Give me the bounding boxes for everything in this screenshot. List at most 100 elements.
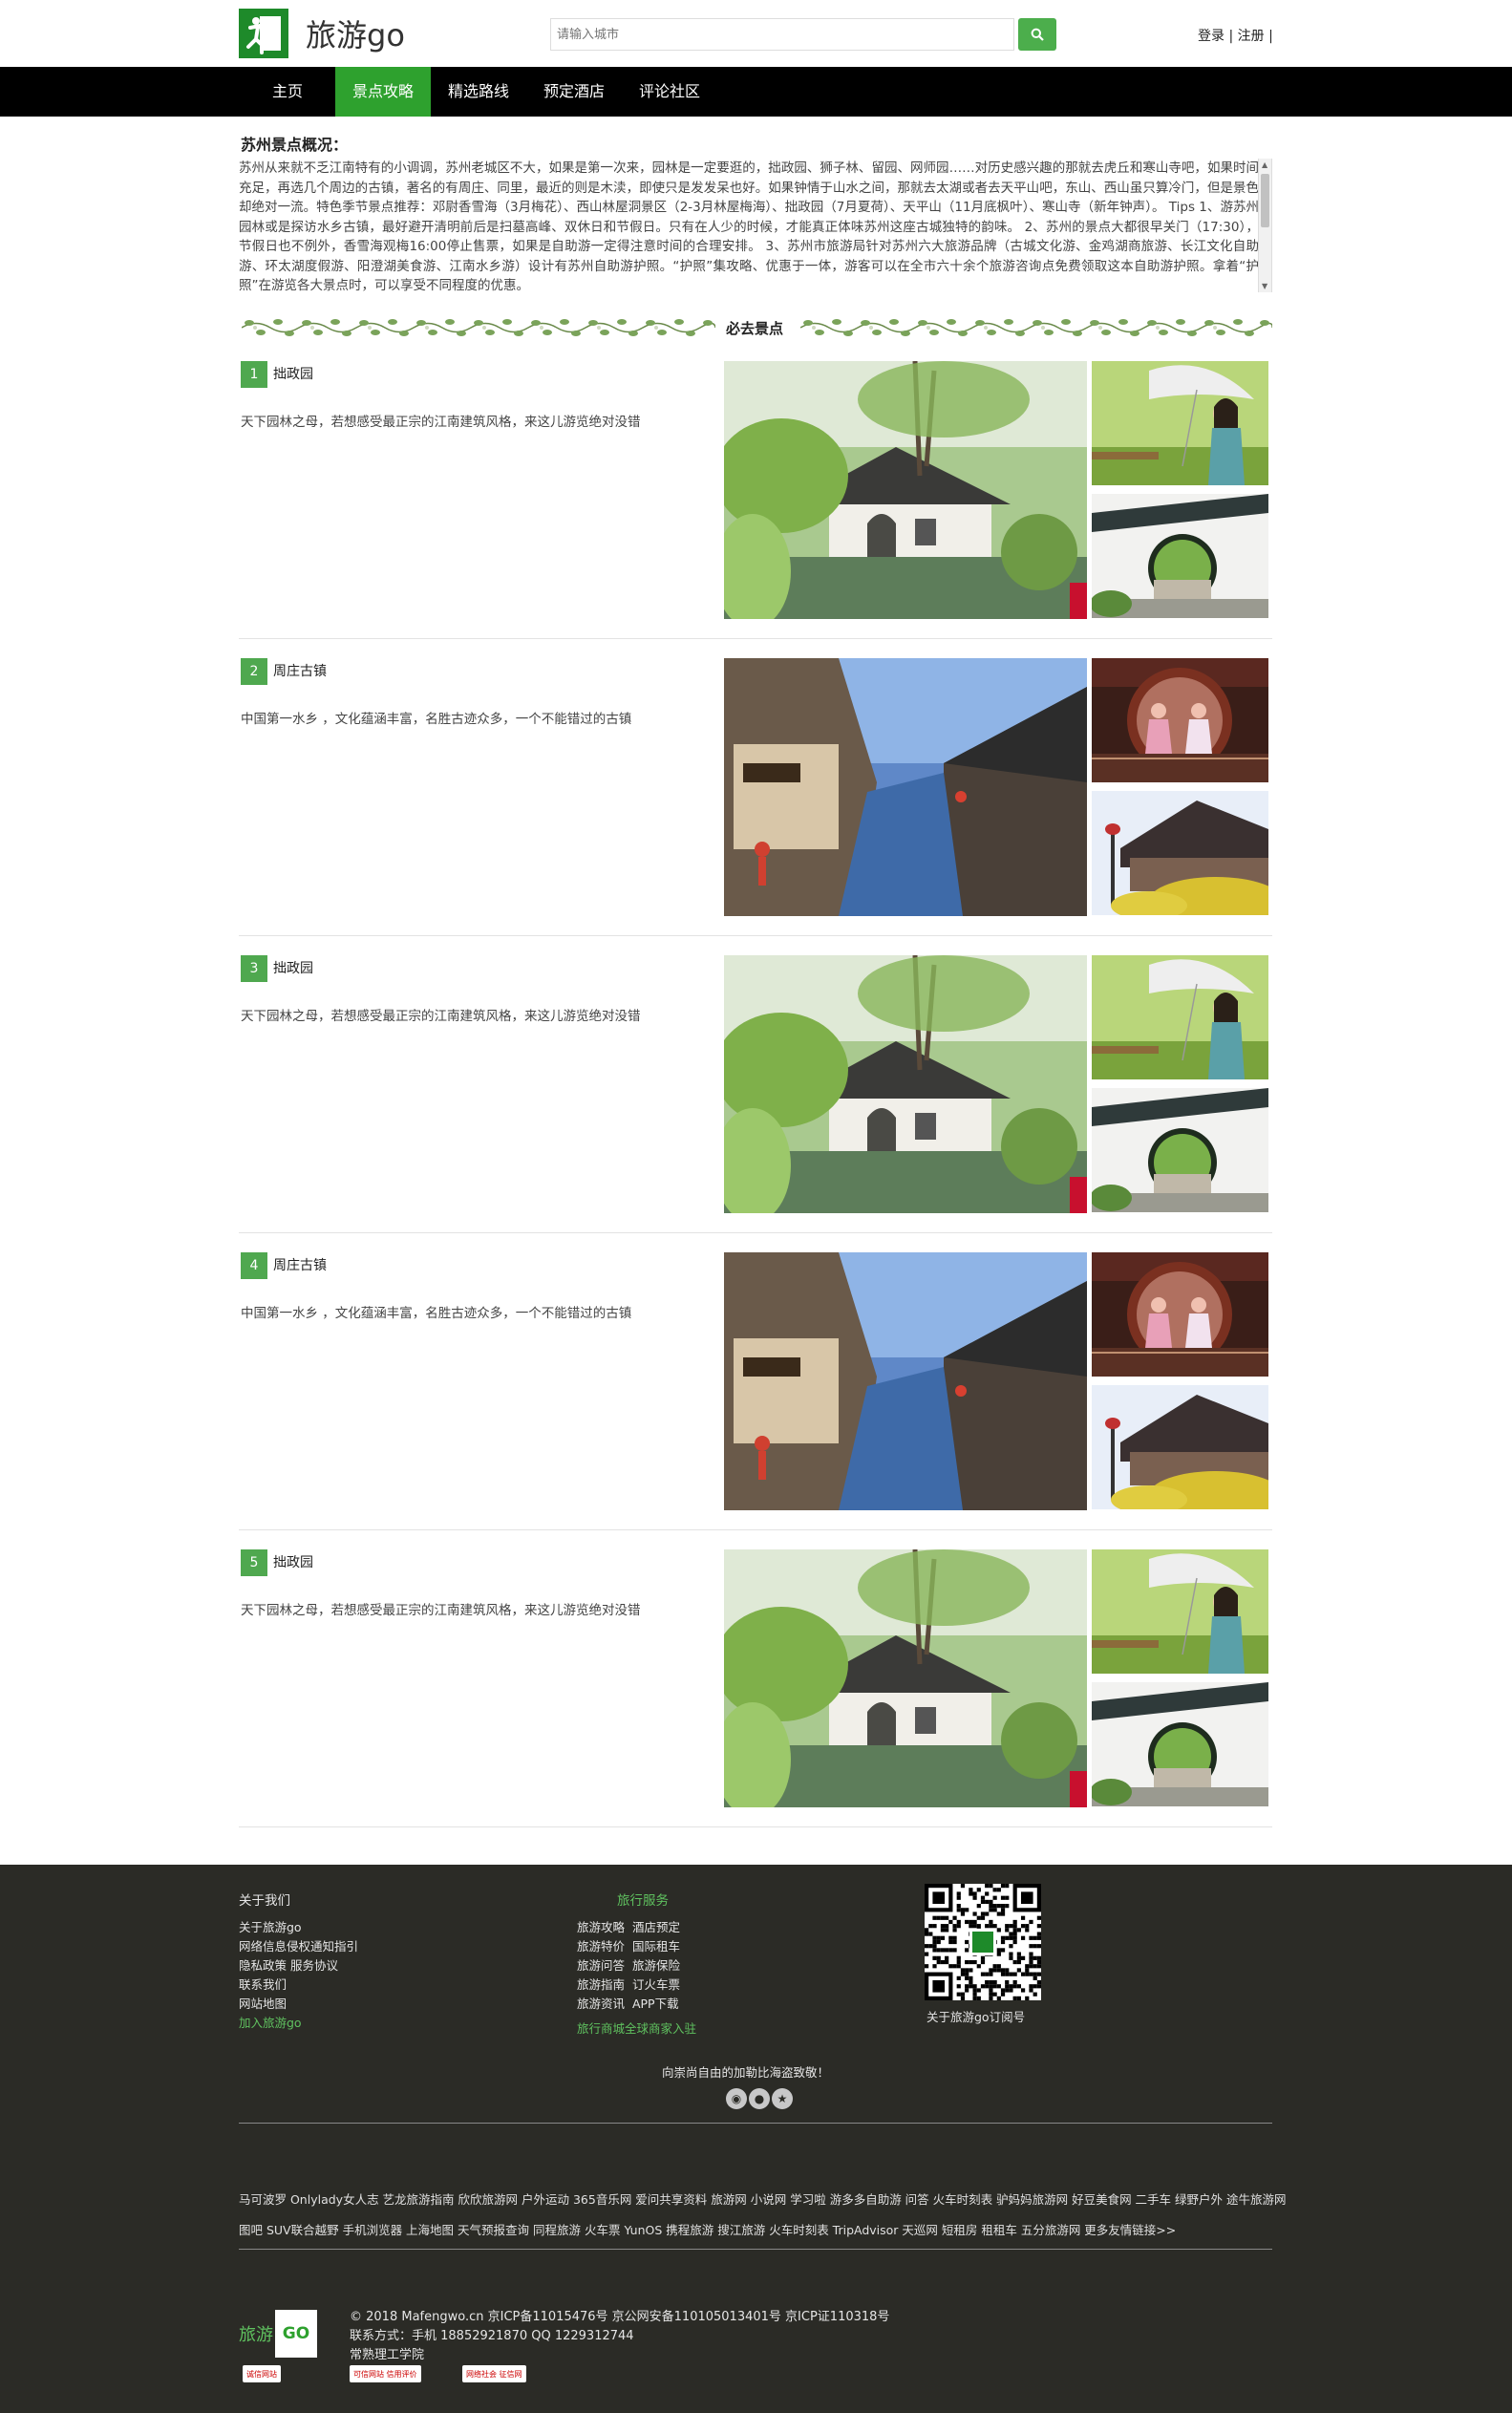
attraction-name[interactable]: 拙政园 <box>273 361 313 388</box>
nav-item-hotels[interactable]: 预定酒店 <box>526 67 622 117</box>
attraction-main-photo[interactable] <box>724 361 1087 619</box>
attraction-divider <box>239 1529 1272 1530</box>
attraction-divider <box>239 935 1272 936</box>
attraction-main-photo[interactable] <box>724 1549 1087 1807</box>
logo-text: 旅游go <box>306 17 405 53</box>
header: 旅游go 登录 | 注册 | <box>0 0 1512 67</box>
search-bar <box>550 18 1056 51</box>
service-link[interactable]: APP下载 <box>632 1997 679 2011</box>
footer-about: 关于我们 关于旅游go 网络信息侵权通知指引 隐私政策 服务协议 联系我们 网站… <box>239 1891 358 2033</box>
register-link[interactable]: 注册 <box>1238 29 1265 44</box>
attraction-description: 天下园林之母，若想感受最正宗的江南建筑风格，来这儿游览绝对没错 <box>241 415 641 430</box>
attraction-name[interactable]: 拙政园 <box>273 955 313 982</box>
service-link[interactable]: 酒店预定 <box>632 1920 680 1934</box>
contact-info: 联系方式：手机 18852921870 QQ 1229312744 <box>350 2329 634 2343</box>
copyright: © 2018 Mafengwo.cn 京ICP备11015476号 京公网安备1… <box>350 2310 890 2324</box>
attraction-thumb-photo[interactable] <box>1092 1682 1269 1806</box>
attraction-main-photo[interactable] <box>724 658 1087 916</box>
attraction-main-photo[interactable] <box>724 955 1087 1213</box>
service-merchant-link[interactable]: 旅行商城全球商家入驻 <box>577 2019 768 2039</box>
weibo-icon[interactable]: ◉ <box>726 2088 747 2109</box>
footer-logo: 旅游 GO <box>239 2310 317 2358</box>
star-icon[interactable]: ★ <box>772 2088 793 2109</box>
service-link[interactable]: 旅游特价 <box>577 1939 625 1954</box>
service-link[interactable]: 旅游攻略 <box>577 1920 625 1934</box>
footer-link-privacy[interactable]: 隐私政策 服务协议 <box>239 1956 358 1975</box>
footer-divider <box>239 2123 1272 2124</box>
school: 常熟理工学院 <box>350 2348 425 2362</box>
nav-item-routes[interactable]: 精选路线 <box>431 67 526 117</box>
overview-text-box[interactable]: 苏州从来就不乏江南特有的小调调，苏州老城区不大，如果是第一次来，园林是一定要逛的… <box>239 159 1272 292</box>
attraction-number: 4 <box>241 1252 267 1279</box>
attraction-main-photo[interactable] <box>724 1252 1087 1510</box>
attraction-thumb-photo[interactable] <box>1092 955 1269 1079</box>
scroll-down-icon[interactable]: ▼ <box>1262 282 1267 290</box>
footer-link-sitemap[interactable]: 网站地图 <box>239 1995 358 2014</box>
vine-decoration-right <box>800 319 1272 336</box>
must-see-title: 必去景点 <box>726 320 784 337</box>
service-link[interactable]: 旅游指南 <box>577 1977 625 1992</box>
qr-caption: 关于旅游go订阅号 <box>926 2010 1026 2024</box>
service-link[interactable]: 订火车票 <box>632 1977 680 1992</box>
service-link[interactable]: 旅游问答 <box>577 1958 625 1973</box>
overview-title: 苏州景点概况： <box>241 136 349 154</box>
footer-slogan: 向崇尚自由的加勒比海盗致敬！ <box>662 2065 830 2080</box>
vine-decoration-left <box>242 319 715 336</box>
main-nav: 主页 景点攻略 精选路线 预定酒店 评论社区 <box>0 67 1512 117</box>
footer-logo-cn: 旅游 <box>239 2325 273 2345</box>
wechat-icon[interactable]: ● <box>749 2088 770 2109</box>
attraction-thumb-photo[interactable] <box>1092 1252 1269 1377</box>
friend-links-row-2[interactable]: 图吧 SUV联合越野 手机浏览器 上海地图 天气预报查询 同程旅游 火车票 Yu… <box>239 2220 1176 2238</box>
trust-badge[interactable]: 网络社会 征信网 <box>462 2365 526 2382</box>
nav-item-community[interactable]: 评论社区 <box>622 67 717 117</box>
trust-badge[interactable]: 诚信网站 <box>243 2365 281 2382</box>
login-link[interactable]: 登录 <box>1198 29 1225 44</box>
attraction-thumb-photo[interactable] <box>1092 494 1269 618</box>
scroll-thumb[interactable] <box>1261 174 1269 227</box>
attraction-thumb-photo[interactable] <box>1092 658 1269 782</box>
search-button[interactable] <box>1018 18 1056 51</box>
attraction-name[interactable]: 周庄古镇 <box>273 658 327 685</box>
footer-link-contact[interactable]: 联系我们 <box>239 1975 358 1995</box>
footer-link-infringement[interactable]: 网络信息侵权通知指引 <box>239 1937 358 1956</box>
trust-badge[interactable]: 可信网站 信用评价 <box>350 2365 421 2382</box>
footer-divider <box>239 2249 1272 2250</box>
attraction-name[interactable]: 拙政园 <box>273 1549 313 1576</box>
attraction-item[interactable]: 5 拙政园 天下园林之母，若想感受最正宗的江南建筑风格，来这儿游览绝对没错 <box>239 1534 1272 1827</box>
service-link[interactable]: 国际租车 <box>632 1939 680 1954</box>
footer-services-title: 旅行服务 <box>617 1893 669 1909</box>
footer-services: 旅行服务 旅游攻略 酒店预定 旅游特价 国际租车 旅游问答 旅游保险 旅游指南 … <box>577 1891 768 2039</box>
nav-item-home[interactable]: 主页 <box>240 67 335 117</box>
attraction-divider <box>239 1826 1272 1827</box>
overview-scrollbar[interactable]: ▲ ▼ <box>1258 159 1271 292</box>
attraction-item[interactable]: 3 拙政园 天下园林之母，若想感受最正宗的江南建筑风格，来这儿游览绝对没错 <box>239 940 1272 1233</box>
attraction-description: 中国第一水乡 ，文化蕴涵丰富，名胜古迹众多，一个不能错过的古镇 <box>241 712 632 727</box>
service-link[interactable]: 旅游资讯 <box>577 1997 625 2011</box>
attraction-description: 天下园林之母，若想感受最正宗的江南建筑风格，来这儿游览绝对没错 <box>241 1603 641 1618</box>
footer-link-about[interactable]: 关于旅游go <box>239 1918 358 1937</box>
footer-about-title: 关于我们 <box>239 1893 290 1909</box>
attraction-number: 1 <box>241 361 267 388</box>
attraction-thumb-photo[interactable] <box>1092 1088 1269 1212</box>
logo[interactable]: 旅游go <box>239 9 405 58</box>
attraction-thumb-photo[interactable] <box>1092 791 1269 915</box>
qr-code-icon <box>925 1884 1041 2000</box>
attraction-item[interactable]: 1 拙政园 天下园林之母，若想感受最正宗的江南建筑风格，来这儿游览绝对没错 <box>239 346 1272 639</box>
attraction-thumb-photo[interactable] <box>1092 1549 1269 1674</box>
search-input[interactable] <box>550 18 1014 51</box>
attraction-number: 2 <box>241 658 267 685</box>
service-link[interactable]: 旅游保险 <box>632 1958 680 1973</box>
attraction-item[interactable]: 4 周庄古镇 中国第一水乡 ，文化蕴涵丰富，名胜古迹众多，一个不能错过的古镇 <box>239 1237 1272 1530</box>
scroll-up-icon[interactable]: ▲ <box>1262 160 1267 169</box>
attraction-divider <box>239 638 1272 639</box>
footer-link-join[interactable]: 加入旅游go <box>239 2014 358 2033</box>
attraction-thumb-photo[interactable] <box>1092 361 1269 485</box>
nav-item-attractions[interactable]: 景点攻略 <box>335 67 431 117</box>
attraction-name[interactable]: 周庄古镇 <box>273 1252 327 1279</box>
attraction-divider <box>239 1232 1272 1233</box>
friend-links-row-1[interactable]: 马可波罗 Onlylady女人志 艺龙旅游指南 欣欣旅游网 户外运动 365音乐… <box>239 2189 1287 2208</box>
attraction-thumb-photo[interactable] <box>1092 1385 1269 1509</box>
search-icon <box>1031 28 1044 41</box>
attraction-number: 5 <box>241 1549 267 1576</box>
attraction-item[interactable]: 2 周庄古镇 中国第一水乡 ，文化蕴涵丰富，名胜古迹众多，一个不能错过的古镇 <box>239 643 1272 936</box>
